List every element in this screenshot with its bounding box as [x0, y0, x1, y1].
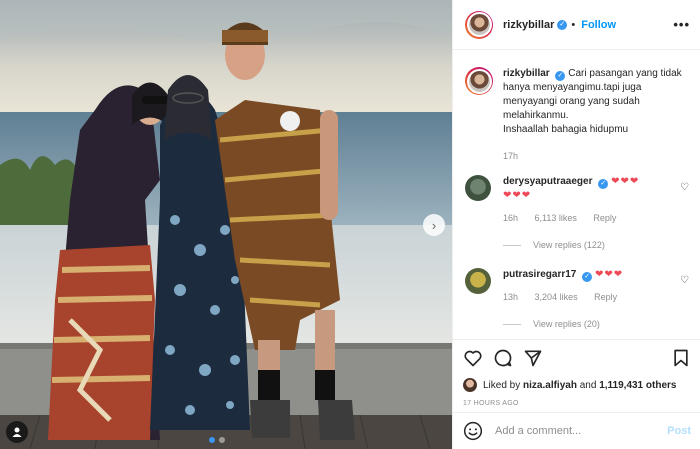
post-comment-button[interactable]: Post [667, 425, 691, 437]
chevron-right-icon: › [431, 217, 437, 233]
comment-bubble-icon[interactable] [493, 348, 513, 368]
commenter-avatar[interactable] [465, 268, 491, 294]
liked-by-row: Liked by niza.alfiyah and 1,119,431 othe… [463, 378, 691, 392]
bookmark-icon[interactable] [671, 348, 691, 368]
caption-username[interactable]: rizkybillar [503, 68, 550, 79]
verified-badge-icon: ✓ [555, 71, 566, 81]
add-comment-input[interactable] [495, 425, 668, 437]
post-photo[interactable]: › [0, 0, 452, 449]
author-username[interactable]: rizkybillar [503, 19, 554, 31]
comment-meta: 13h 3,204 likes Reply [503, 290, 691, 304]
comment-row: putrasiregarr17 ✓ ❤❤❤ 13h 3,204 likes Re… [465, 268, 691, 304]
view-replies-label: View replies (122) [533, 240, 605, 250]
like-heart-icon[interactable] [463, 348, 483, 368]
post-sidebar: rizkybillar ✓ • Follow ••• rizkybillar ✓… [452, 0, 700, 449]
share-paper-plane-icon[interactable] [523, 348, 543, 368]
photo-illustration [0, 0, 452, 449]
view-replies-label: View replies (20) [533, 319, 600, 329]
comment-body: putrasiregarr17 ✓ ❤❤❤ 13h 3,204 likes Re… [503, 268, 691, 304]
author-avatar[interactable] [465, 10, 493, 39]
view-replies-button[interactable]: View replies (122) [503, 240, 605, 250]
reply-button[interactable]: Reply [593, 213, 616, 223]
caption-time: 17h [503, 151, 519, 161]
liked-by-prefix: Liked by [483, 379, 521, 391]
comments-section[interactable]: rizkybillar ✓ Cari pasangan yang tidak h… [453, 51, 700, 339]
verified-badge-icon: ✓ [598, 179, 609, 189]
user-icon [12, 427, 22, 437]
comment-time: 16h [503, 213, 519, 223]
comment-text: ❤❤❤ [611, 176, 640, 187]
comment-meta: 16h 6,113 likes Reply [503, 211, 691, 225]
action-icons [463, 346, 691, 370]
liked-by-count[interactable]: 1,119,431 others [599, 380, 676, 391]
liker-avatar[interactable] [463, 378, 477, 392]
follow-button[interactable]: Follow [581, 19, 616, 31]
view-replies-button[interactable]: View replies (20) [503, 319, 600, 329]
carousel-indicator [209, 437, 225, 443]
caption-row: rizkybillar ✓ Cari pasangan yang tidak h… [465, 67, 691, 163]
post-timestamp[interactable]: 17 HOURS AGO [463, 400, 691, 407]
commenter-username[interactable]: derysyaputraaeger [503, 176, 593, 187]
liked-by-and: and [579, 379, 597, 391]
tagged-users-button[interactable] [6, 421, 28, 443]
caption-author-avatar[interactable] [465, 67, 493, 95]
emoji-smiley-icon[interactable] [463, 421, 483, 441]
like-comment-heart-icon[interactable]: ♡ [680, 275, 689, 286]
carousel-next-button[interactable]: › [423, 214, 445, 236]
commenter-avatar[interactable] [465, 175, 491, 201]
comment-likes[interactable]: 3,204 likes [535, 292, 578, 302]
comment-likes[interactable]: 6,113 likes [535, 213, 577, 223]
verified-badge-icon: ✓ [557, 19, 568, 30]
like-comment-heart-icon[interactable]: ♡ [680, 182, 689, 193]
comment-body: derysyaputraaeger ✓ ❤❤❤ ❤❤❤ 16h 6,113 li… [503, 175, 691, 225]
post-header: rizkybillar ✓ • Follow ••• [453, 0, 700, 50]
post-actions: Liked by niza.alfiyah and 1,119,431 othe… [453, 339, 700, 407]
comment-row: derysyaputraaeger ✓ ❤❤❤ ❤❤❤ 16h 6,113 li… [465, 175, 691, 225]
caption-text-line2: Inshaallah bahagia hidupmu [503, 124, 629, 135]
more-options-icon[interactable]: ••• [673, 17, 690, 32]
comment-time: 13h [503, 292, 519, 302]
comment-text: ❤❤❤ [594, 269, 624, 280]
caption-body: rizkybillar ✓ Cari pasangan yang tidak h… [503, 67, 691, 163]
reply-button[interactable]: Reply [594, 292, 617, 302]
carousel-dot-active [209, 437, 215, 443]
commenter-username[interactable]: putrasiregarr17 [503, 269, 576, 280]
comment-text-line2: ❤❤❤ [503, 190, 532, 201]
verified-badge-icon: ✓ [582, 272, 593, 282]
liked-by-username[interactable]: niza.alfiyah [523, 380, 577, 391]
carousel-dot [219, 437, 225, 443]
add-comment-bar: Post [453, 412, 700, 449]
